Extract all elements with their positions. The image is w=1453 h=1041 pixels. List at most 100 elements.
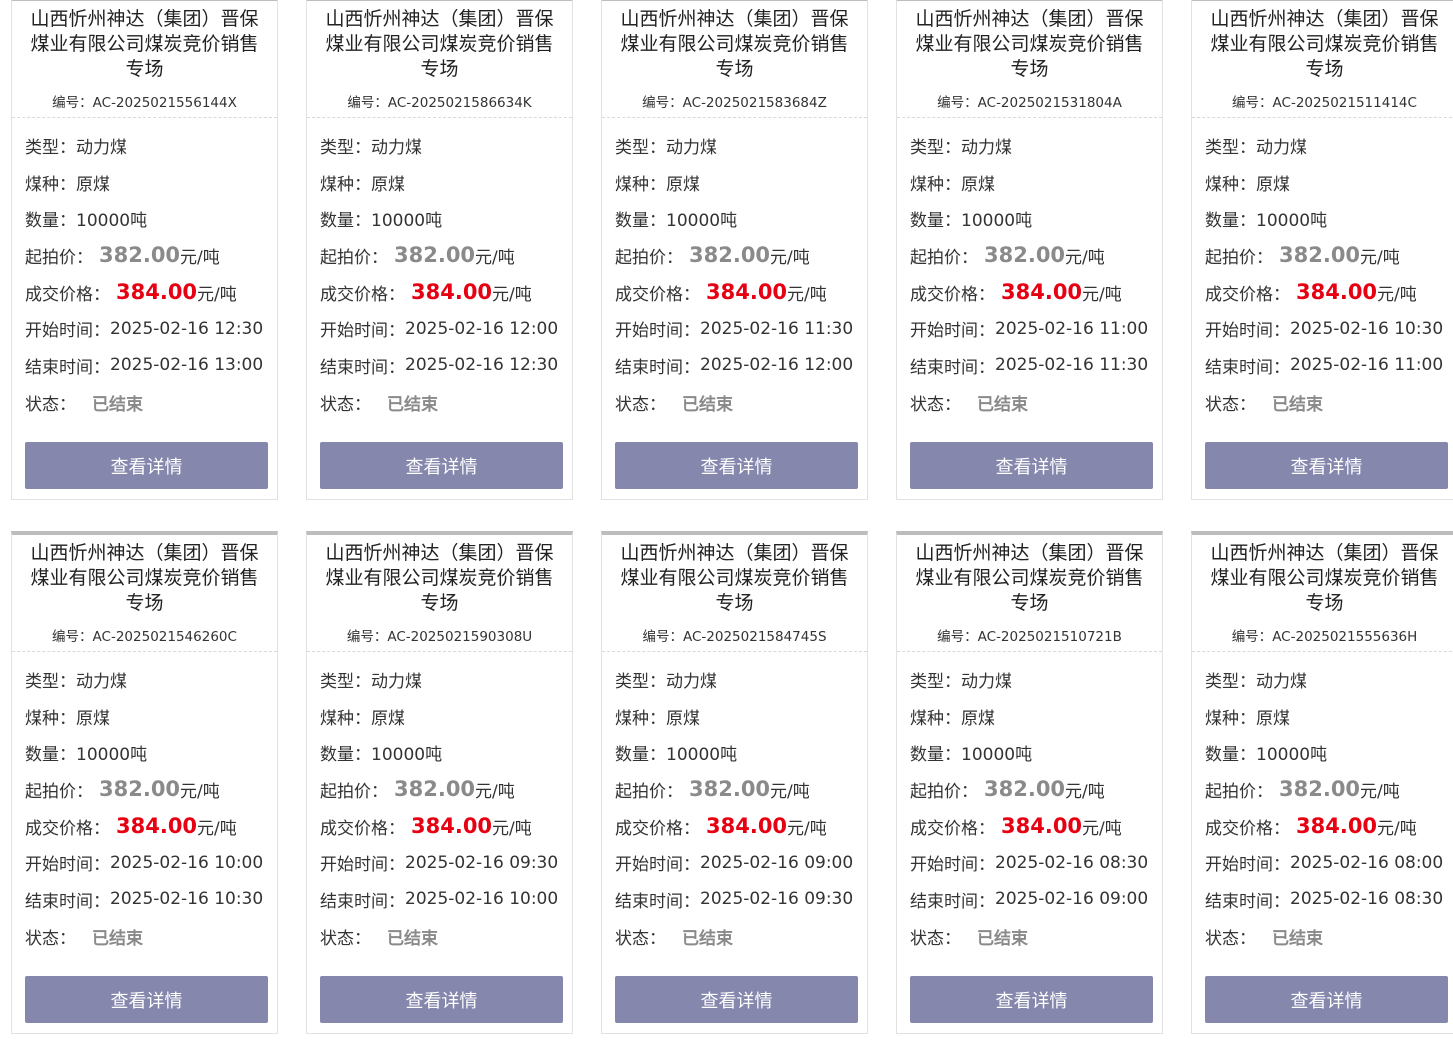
field-deal-price: 成交价格： 384.00 元/吨 <box>320 808 572 845</box>
end-time-label: 结束时间： <box>1205 357 1290 378</box>
card-title[interactable]: 山西忻州神达（集团）晋保煤业有限公司煤炭竞价销售专场 <box>907 541 1152 616</box>
view-details-button[interactable]: 查看详情 <box>910 442 1153 489</box>
field-status: 状态： 已结束 <box>615 918 867 955</box>
deal-price-unit: 元/吨 <box>492 818 532 839</box>
quantity-label: 数量： <box>910 745 961 766</box>
start-price-value: 382.00 <box>394 777 476 802</box>
card-fields: 类型： 动力煤 煤种： 原煤 数量： 10000吨 起拍价： 382.00 元/… <box>1192 652 1453 955</box>
deal-price-value: 384.00 <box>706 814 788 839</box>
start-time-value: 2025-02-16 11:30 <box>700 318 854 339</box>
card-title[interactable]: 山西忻州神达（集团）晋保煤业有限公司煤炭竞价销售专场 <box>317 541 562 616</box>
end-time-label: 结束时间： <box>615 357 700 378</box>
type-label: 类型： <box>615 137 666 158</box>
card-title[interactable]: 山西忻州神达（集团）晋保煤业有限公司煤炭竞价销售专场 <box>22 541 267 616</box>
card-title[interactable]: 山西忻州神达（集团）晋保煤业有限公司煤炭竞价销售专场 <box>1202 541 1447 616</box>
status-label: 状态： <box>1205 928 1256 949</box>
deal-price-value: 384.00 <box>411 814 493 839</box>
variety-label: 煤种： <box>320 174 371 195</box>
start-price-value: 382.00 <box>689 243 771 268</box>
auction-code: 编号：AC-2025021546260C <box>12 627 277 647</box>
code-label: 编号： <box>642 629 683 645</box>
view-details-button[interactable]: 查看详情 <box>910 976 1153 1023</box>
type-label: 类型： <box>615 671 666 692</box>
start-price-unit: 元/吨 <box>770 781 810 802</box>
end-time-value: 2025-02-16 11:30 <box>995 355 1149 376</box>
field-end-time: 结束时间： 2025-02-16 09:00 <box>910 881 1162 918</box>
code-label: 编号： <box>52 95 93 111</box>
view-details-button[interactable]: 查看详情 <box>615 442 858 489</box>
field-deal-price: 成交价格： 384.00 元/吨 <box>910 274 1162 311</box>
end-time-label: 结束时间： <box>910 891 995 912</box>
end-time-value: 2025-02-16 08:30 <box>1290 889 1444 910</box>
start-price-unit: 元/吨 <box>475 247 515 268</box>
status-label: 状态： <box>320 928 371 949</box>
field-start-price: 起拍价： 382.00 元/吨 <box>25 771 277 808</box>
field-end-time: 结束时间： 2025-02-16 10:00 <box>320 881 572 918</box>
variety-label: 煤种： <box>910 708 961 729</box>
start-price-value: 382.00 <box>1279 243 1361 268</box>
field-start-time: 开始时间： 2025-02-16 10:00 <box>25 844 277 881</box>
status-badge: 已结束 <box>387 394 438 415</box>
field-status: 状态： 已结束 <box>615 384 867 421</box>
variety-value: 原煤 <box>666 708 700 729</box>
type-label: 类型： <box>25 137 76 158</box>
start-time-value: 2025-02-16 08:00 <box>1290 852 1444 873</box>
deal-price-unit: 元/吨 <box>1377 818 1417 839</box>
start-price-value: 382.00 <box>99 243 181 268</box>
start-time-label: 开始时间： <box>1205 321 1290 342</box>
deal-price-unit: 元/吨 <box>787 284 827 305</box>
view-details-button[interactable]: 查看详情 <box>25 442 268 489</box>
deal-price-unit: 元/吨 <box>197 284 237 305</box>
start-price-label: 起拍价： <box>615 781 683 802</box>
view-details-button[interactable]: 查看详情 <box>615 976 858 1023</box>
status-badge: 已结束 <box>977 928 1028 949</box>
start-time-value: 2025-02-16 12:30 <box>110 318 264 339</box>
field-start-time: 开始时间： 2025-02-16 10:30 <box>1205 310 1453 347</box>
card-title[interactable]: 山西忻州神达（集团）晋保煤业有限公司煤炭竞价销售专场 <box>907 7 1152 82</box>
status-badge: 已结束 <box>682 394 733 415</box>
field-start-price: 起拍价： 382.00 元/吨 <box>910 771 1162 808</box>
quantity-label: 数量： <box>320 211 371 232</box>
field-type: 类型： 动力煤 <box>615 661 867 698</box>
start-price-label: 起拍价： <box>320 781 388 802</box>
deal-price-unit: 元/吨 <box>787 818 827 839</box>
field-status: 状态： 已结束 <box>1205 384 1453 421</box>
quantity-value: 10000吨 <box>666 211 738 232</box>
field-deal-price: 成交价格： 384.00 元/吨 <box>615 274 867 311</box>
start-price-label: 起拍价： <box>615 247 683 268</box>
view-details-button[interactable]: 查看详情 <box>320 442 563 489</box>
deal-price-unit: 元/吨 <box>1377 284 1417 305</box>
deal-price-label: 成交价格： <box>320 818 405 839</box>
auction-code: 编号：AC-2025021556144X <box>12 93 277 113</box>
view-details-button[interactable]: 查看详情 <box>320 976 563 1023</box>
field-start-price: 起拍价： 382.00 元/吨 <box>910 237 1162 274</box>
field-end-time: 结束时间： 2025-02-16 13:00 <box>25 347 277 384</box>
start-price-label: 起拍价： <box>320 247 388 268</box>
quantity-value: 10000吨 <box>961 211 1033 232</box>
card-title[interactable]: 山西忻州神达（集团）晋保煤业有限公司煤炭竞价销售专场 <box>317 7 562 82</box>
quantity-label: 数量： <box>1205 211 1256 232</box>
status-label: 状态： <box>910 928 961 949</box>
card-title[interactable]: 山西忻州神达（集团）晋保煤业有限公司煤炭竞价销售专场 <box>22 7 267 82</box>
deal-price-value: 384.00 <box>116 280 198 305</box>
field-variety: 煤种： 原煤 <box>1205 698 1453 735</box>
type-label: 类型： <box>320 137 371 158</box>
card-title[interactable]: 山西忻州神达（集团）晋保煤业有限公司煤炭竞价销售专场 <box>1202 7 1447 82</box>
card-title[interactable]: 山西忻州神达（集团）晋保煤业有限公司煤炭竞价销售专场 <box>612 541 857 616</box>
end-time-label: 结束时间： <box>910 357 995 378</box>
start-time-value: 2025-02-16 09:30 <box>405 852 559 873</box>
start-price-label: 起拍价： <box>25 781 93 802</box>
view-details-button[interactable]: 查看详情 <box>1205 442 1448 489</box>
card-fields: 类型： 动力煤 煤种： 原煤 数量： 10000吨 起拍价： 382.00 元/… <box>307 652 572 955</box>
variety-label: 煤种： <box>615 708 666 729</box>
variety-label: 煤种： <box>615 174 666 195</box>
view-details-button[interactable]: 查看详情 <box>1205 976 1448 1023</box>
code-value: AC-2025021555636H <box>1272 629 1418 645</box>
auction-card: 山西忻州神达（集团）晋保煤业有限公司煤炭竞价销售专场 编号：AC-2025021… <box>601 0 868 500</box>
start-price-unit: 元/吨 <box>180 781 220 802</box>
status-badge: 已结束 <box>977 394 1028 415</box>
end-time-value: 2025-02-16 12:30 <box>405 355 559 376</box>
card-title[interactable]: 山西忻州神达（集团）晋保煤业有限公司煤炭竞价销售专场 <box>612 7 857 82</box>
view-details-button[interactable]: 查看详情 <box>25 976 268 1023</box>
deal-price-unit: 元/吨 <box>197 818 237 839</box>
